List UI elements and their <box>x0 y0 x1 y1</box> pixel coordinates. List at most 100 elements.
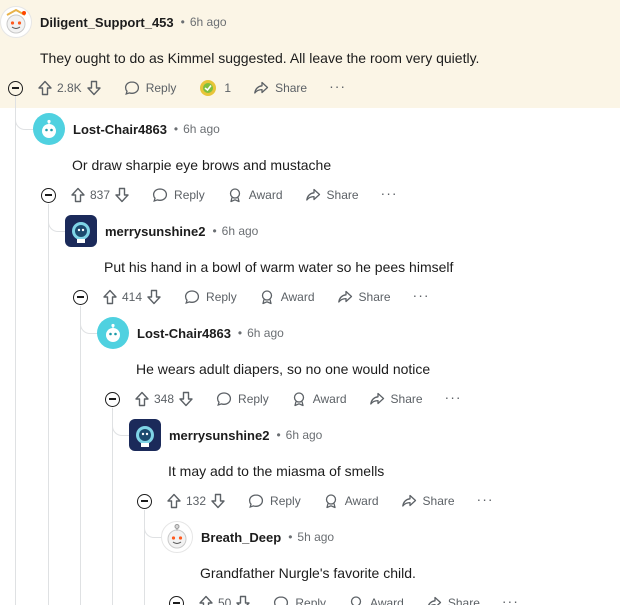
award-button[interactable]: Award <box>323 493 379 509</box>
reply-button[interactable]: Reply <box>184 289 237 305</box>
award-icon <box>293 392 304 407</box>
timestamp[interactable]: 6h ago <box>222 224 259 238</box>
comment-actions: 50 Reply Award Share ··· <box>169 592 519 605</box>
reply-icon <box>216 392 232 407</box>
award-badge[interactable]: 1 <box>198 78 231 98</box>
award-button[interactable]: Award <box>227 187 283 203</box>
downvote-icon[interactable] <box>86 80 102 96</box>
downvote-icon[interactable] <box>178 391 194 407</box>
upvote-icon[interactable] <box>37 80 53 96</box>
downvote-icon[interactable] <box>210 493 226 509</box>
reply-icon <box>124 81 139 96</box>
user-avatar[interactable] <box>65 215 97 247</box>
username[interactable]: Lost-Chair4863 <box>137 326 231 341</box>
award-button[interactable]: Award <box>291 391 347 407</box>
vote-controls: 837 <box>70 187 130 203</box>
collapse-thread-icon[interactable] <box>73 289 88 305</box>
share-label: Share <box>447 596 480 605</box>
user-avatar[interactable] <box>129 419 161 451</box>
upvote-icon[interactable] <box>102 289 118 305</box>
award-label: Award <box>248 188 283 202</box>
award-label: Award <box>280 290 315 304</box>
share-label: Share <box>326 188 359 202</box>
username[interactable]: merrysunshine2 <box>105 224 205 239</box>
vote-count: 837 <box>90 188 111 202</box>
more-options-icon[interactable]: ··· <box>329 78 346 94</box>
separator-dot: • <box>173 122 179 136</box>
thread-connector <box>112 414 130 436</box>
more-options-icon[interactable]: ··· <box>502 593 519 605</box>
comment-header: Lost-Chair4863 • 6h ago <box>97 317 284 349</box>
comment-header: Diligent_Support_453 • 6h ago <box>0 6 227 38</box>
user-avatar[interactable] <box>97 317 129 349</box>
vote-count: 132 <box>186 494 207 508</box>
share-icon <box>305 188 320 201</box>
more-options-icon[interactable]: ··· <box>477 491 494 507</box>
downvote-icon[interactable] <box>235 595 251 605</box>
thread-line <box>48 204 49 605</box>
share-button[interactable]: Share <box>253 80 307 96</box>
vote-count: 2.8K <box>57 81 82 95</box>
reply-button[interactable]: Reply <box>216 391 269 407</box>
user-avatar[interactable] <box>33 113 65 145</box>
more-options-icon[interactable]: ··· <box>413 287 430 303</box>
share-button[interactable]: Share <box>337 289 391 305</box>
more-options-icon[interactable]: ··· <box>445 389 462 405</box>
username[interactable]: Diligent_Support_453 <box>40 15 174 30</box>
reply-button[interactable]: Reply <box>124 80 176 96</box>
collapse-thread-icon[interactable] <box>105 391 120 407</box>
reply-label: Reply <box>238 392 269 406</box>
collapse-thread-icon[interactable] <box>169 595 184 605</box>
timestamp[interactable]: 5h ago <box>297 530 334 544</box>
separator-dot: • <box>237 326 243 340</box>
vote-count: 50 <box>218 596 232 605</box>
comment-header: Breath_Deep • 5h ago <box>161 521 334 553</box>
upvote-icon[interactable] <box>70 187 86 203</box>
award-button[interactable]: Award <box>348 595 404 605</box>
share-icon <box>427 596 441 605</box>
user-avatar[interactable] <box>161 521 193 553</box>
snoo-avatar-icon <box>6 8 26 34</box>
downvote-icon[interactable] <box>114 187 130 203</box>
collapse-thread-icon[interactable] <box>41 187 56 203</box>
more-options-icon[interactable]: ··· <box>381 185 398 201</box>
reply-button[interactable]: Reply <box>152 187 205 203</box>
timestamp[interactable]: 6h ago <box>247 326 284 340</box>
upvote-icon[interactable] <box>198 595 214 605</box>
vote-controls: 414 <box>102 289 162 305</box>
reply-label: Reply <box>174 188 205 202</box>
award-button[interactable]: Award <box>259 289 315 305</box>
username[interactable]: Lost-Chair4863 <box>73 122 167 137</box>
reply-icon <box>274 596 289 605</box>
username[interactable]: merrysunshine2 <box>169 428 269 443</box>
thread-connector <box>144 516 162 538</box>
timestamp[interactable]: 6h ago <box>190 15 227 29</box>
diver-avatar-icon <box>131 421 159 449</box>
share-button[interactable]: Share <box>369 391 423 407</box>
upvote-icon[interactable] <box>134 391 150 407</box>
vote-count: 348 <box>154 392 175 406</box>
comment-text: They ought to do as Kimmel suggested. Al… <box>40 50 480 66</box>
reply-button[interactable]: Reply <box>273 595 326 605</box>
username[interactable]: Breath_Deep <box>201 530 281 545</box>
reply-button[interactable]: Reply <box>248 493 301 509</box>
diver-avatar-icon <box>67 217 95 245</box>
downvote-icon[interactable] <box>146 289 162 305</box>
timestamp[interactable]: 6h ago <box>183 122 220 136</box>
separator-dot: • <box>212 224 217 238</box>
comment-text: Or draw sharpie eye brows and mustache <box>72 157 332 173</box>
collapse-thread-icon[interactable] <box>137 493 152 509</box>
user-avatar[interactable] <box>0 6 32 38</box>
share-button[interactable]: Share <box>305 187 359 203</box>
separator-dot: • <box>276 428 281 442</box>
collapse-thread-icon[interactable] <box>8 80 23 96</box>
share-button[interactable]: Share <box>426 595 480 605</box>
vote-count: 414 <box>122 290 143 304</box>
comment-text: Grandfather Nurgle's favorite child. <box>200 565 416 581</box>
separator-dot: • <box>288 530 293 544</box>
upvote-icon[interactable] <box>166 493 182 509</box>
award-count: 1 <box>224 81 232 95</box>
share-button[interactable]: Share <box>401 493 455 509</box>
share-label: Share <box>422 494 455 508</box>
timestamp[interactable]: 6h ago <box>286 428 323 442</box>
